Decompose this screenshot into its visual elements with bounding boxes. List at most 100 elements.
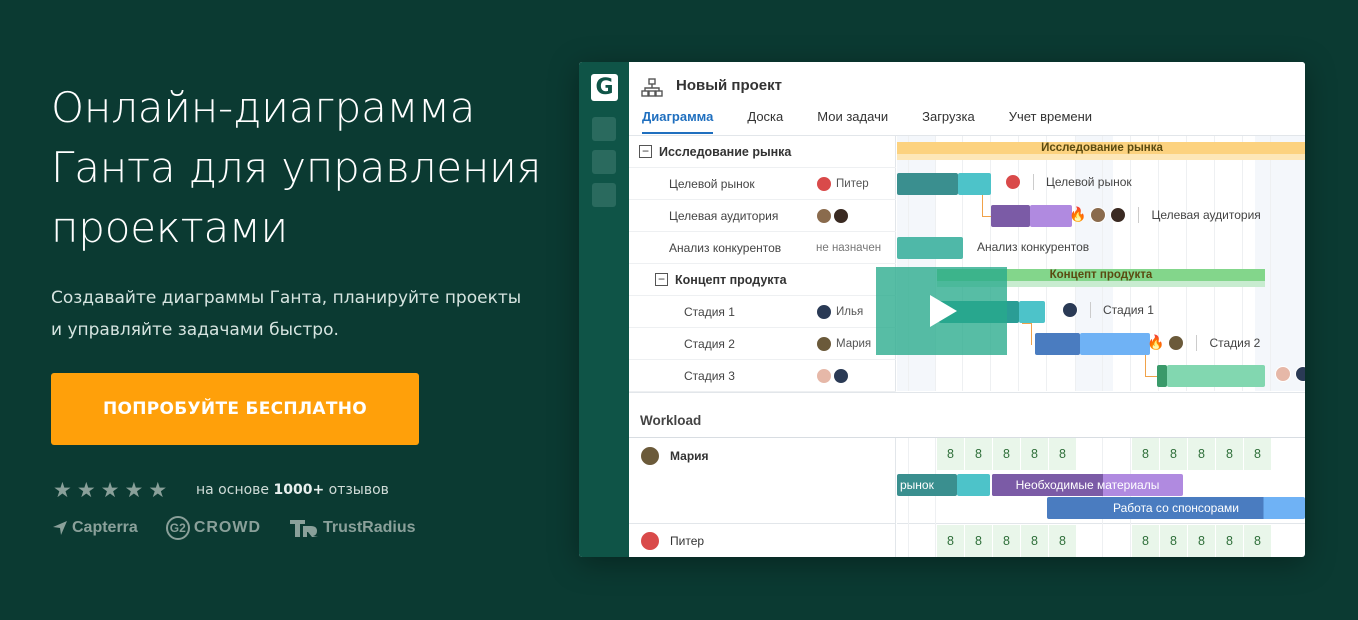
avatar [816,175,832,192]
star-icon: ★ [124,479,144,502]
hours-cell: 8 [1049,525,1076,557]
task-bar-remaining[interactable] [958,173,991,195]
app-preview: G Новый проект Диаграмма Доска Мои задач… [579,62,1305,557]
task-row[interactable]: − Исследование рынка [629,136,896,168]
try-free-button[interactable]: ПОПРОБУЙТЕ БЕСПЛАТНО [51,373,419,445]
avatar [1275,366,1291,382]
star-icon: ★ [53,479,72,502]
bar-label: 🔥 Целевая аудитория [1069,206,1261,223]
summary-bar[interactable]: Исследование рынка [897,142,1305,154]
sidebar-button[interactable] [592,117,616,141]
workload-bar-materials[interactable]: Необходимые материалы [992,474,1183,496]
task-name: Стадия 2 [684,336,735,351]
collapse-icon[interactable]: − [639,145,652,158]
task-assignee: Илья [816,303,863,320]
g2crowd-logo[interactable]: G2 CROWD [165,516,262,540]
rating-stars: ★ ★ ★ ★ ★ [53,480,167,502]
task-bar-remaining[interactable] [1167,365,1265,387]
person-name: Мария [670,449,709,463]
task-assignee: не назначен [816,241,882,254]
capterra-logo[interactable]: Capterra [52,519,138,537]
task-name: Анализ конкурентов [669,240,782,255]
project-tree-icon [641,78,663,97]
task-row[interactable]: Целевой рынок Питер [629,168,896,200]
dependency-link [1022,323,1032,345]
task-row[interactable]: − Концепт продукта [629,264,896,296]
task-assignee: Питер [816,175,869,192]
hours-cell: 8 [1188,525,1215,557]
tab-gantt[interactable]: Диаграмма [642,109,714,134]
capterra-label: Capterra [72,519,138,536]
play-icon [929,295,957,327]
hours-cell: 8 [1160,525,1187,557]
g2-mark: G2 [165,516,190,540]
tab-workload[interactable]: Загрузка [922,109,975,134]
bar-label-text: Целевая аудитория [1151,207,1261,222]
task-bar-remaining[interactable] [1019,301,1045,323]
avatar [816,367,832,384]
workload-area: Мария Питер 8 8 8 8 8 8 8 8 8 8 рынок Не… [629,438,1305,557]
capterra-arrow-icon [53,521,67,535]
tab-time-tracking[interactable]: Учет времени [1009,109,1092,134]
avatar [1062,302,1078,318]
review-logos: Capterra G2 CROWD TrustRadius [52,516,416,540]
workload-person[interactable]: Мария [640,446,709,466]
assignee-name: Питер [836,177,869,190]
task-bar-remaining[interactable] [1030,205,1072,227]
workload-person[interactable]: Питер [640,531,704,551]
avatar [640,531,660,551]
task-assignee [816,367,849,384]
task-row[interactable]: Анализ конкурентов не назначен [629,232,896,264]
tab-my-tasks[interactable]: Мои задачи [817,109,888,134]
workload-bar-sponsors[interactable]: Работа со спонсорами [1047,497,1305,519]
sidebar-button[interactable] [592,150,616,174]
app-logo[interactable]: G [591,74,618,101]
task-bar[interactable] [1035,333,1080,355]
task-name: Целевой рынок [669,176,755,191]
sidebar-button[interactable] [592,183,616,207]
reviews-count: 1000+ [273,482,325,498]
view-tabs: Диаграмма Доска Мои задачи Загрузка Учет… [642,109,1126,134]
star-icon: ★ [148,479,168,502]
workload-header: Workload [629,392,1305,438]
fire-icon: 🔥 [1147,334,1165,350]
workload-bar-remaining[interactable] [957,474,990,496]
bar-label: Целевой рынок [1005,174,1132,190]
person-name: Питер [670,534,705,548]
task-bar[interactable] [897,173,958,195]
hours-cell: 8 [1132,525,1159,557]
task-bar[interactable] [1157,365,1167,387]
tab-board[interactable]: Доска [747,109,783,134]
task-row[interactable]: Стадия 3 [629,360,896,392]
bar-label [1275,366,1305,382]
avatar [816,335,832,352]
workload-bar[interactable]: рынок [897,474,957,496]
task-name: Стадия 3 [684,368,735,383]
trustradius-logo[interactable]: TrustRadius [289,518,416,538]
avatar [640,446,660,466]
hours-cell: 8 [1188,438,1215,470]
hero-title: Онлайн-диаграмма Ганта для управления пр… [51,83,542,252]
task-row[interactable]: Целевая аудитория [629,200,896,232]
avatar [1090,206,1107,223]
hours-cell: 8 [1021,438,1048,470]
star-icon: ★ [76,479,96,502]
task-row[interactable]: Стадия 1 Илья [629,296,896,328]
task-bar-remaining[interactable] [1080,333,1150,355]
g2crowd-label: CROWD [193,519,262,536]
task-bar[interactable] [991,205,1030,227]
hours-cell: 8 [965,525,992,557]
task-bar[interactable] [897,237,963,259]
video-play-button[interactable] [876,267,1007,355]
assignee-name: Мария [836,337,872,350]
weekend-column [1255,136,1305,391]
bar-label: 🔥 Стадия 2 [1147,334,1260,351]
bar-label-text: Стадия 1 [1103,303,1154,317]
task-row[interactable]: Стадия 2 Мария [629,328,896,360]
bar-label-text: Целевой рынок [1046,175,1132,189]
hours-cell: 8 [1021,525,1048,557]
collapse-icon[interactable]: − [655,273,668,286]
dependency-link [1145,355,1157,377]
workload-grid: 8 8 8 8 8 8 8 8 8 8 рынок Необходимые ма… [897,438,1305,557]
avatar [1168,334,1185,351]
